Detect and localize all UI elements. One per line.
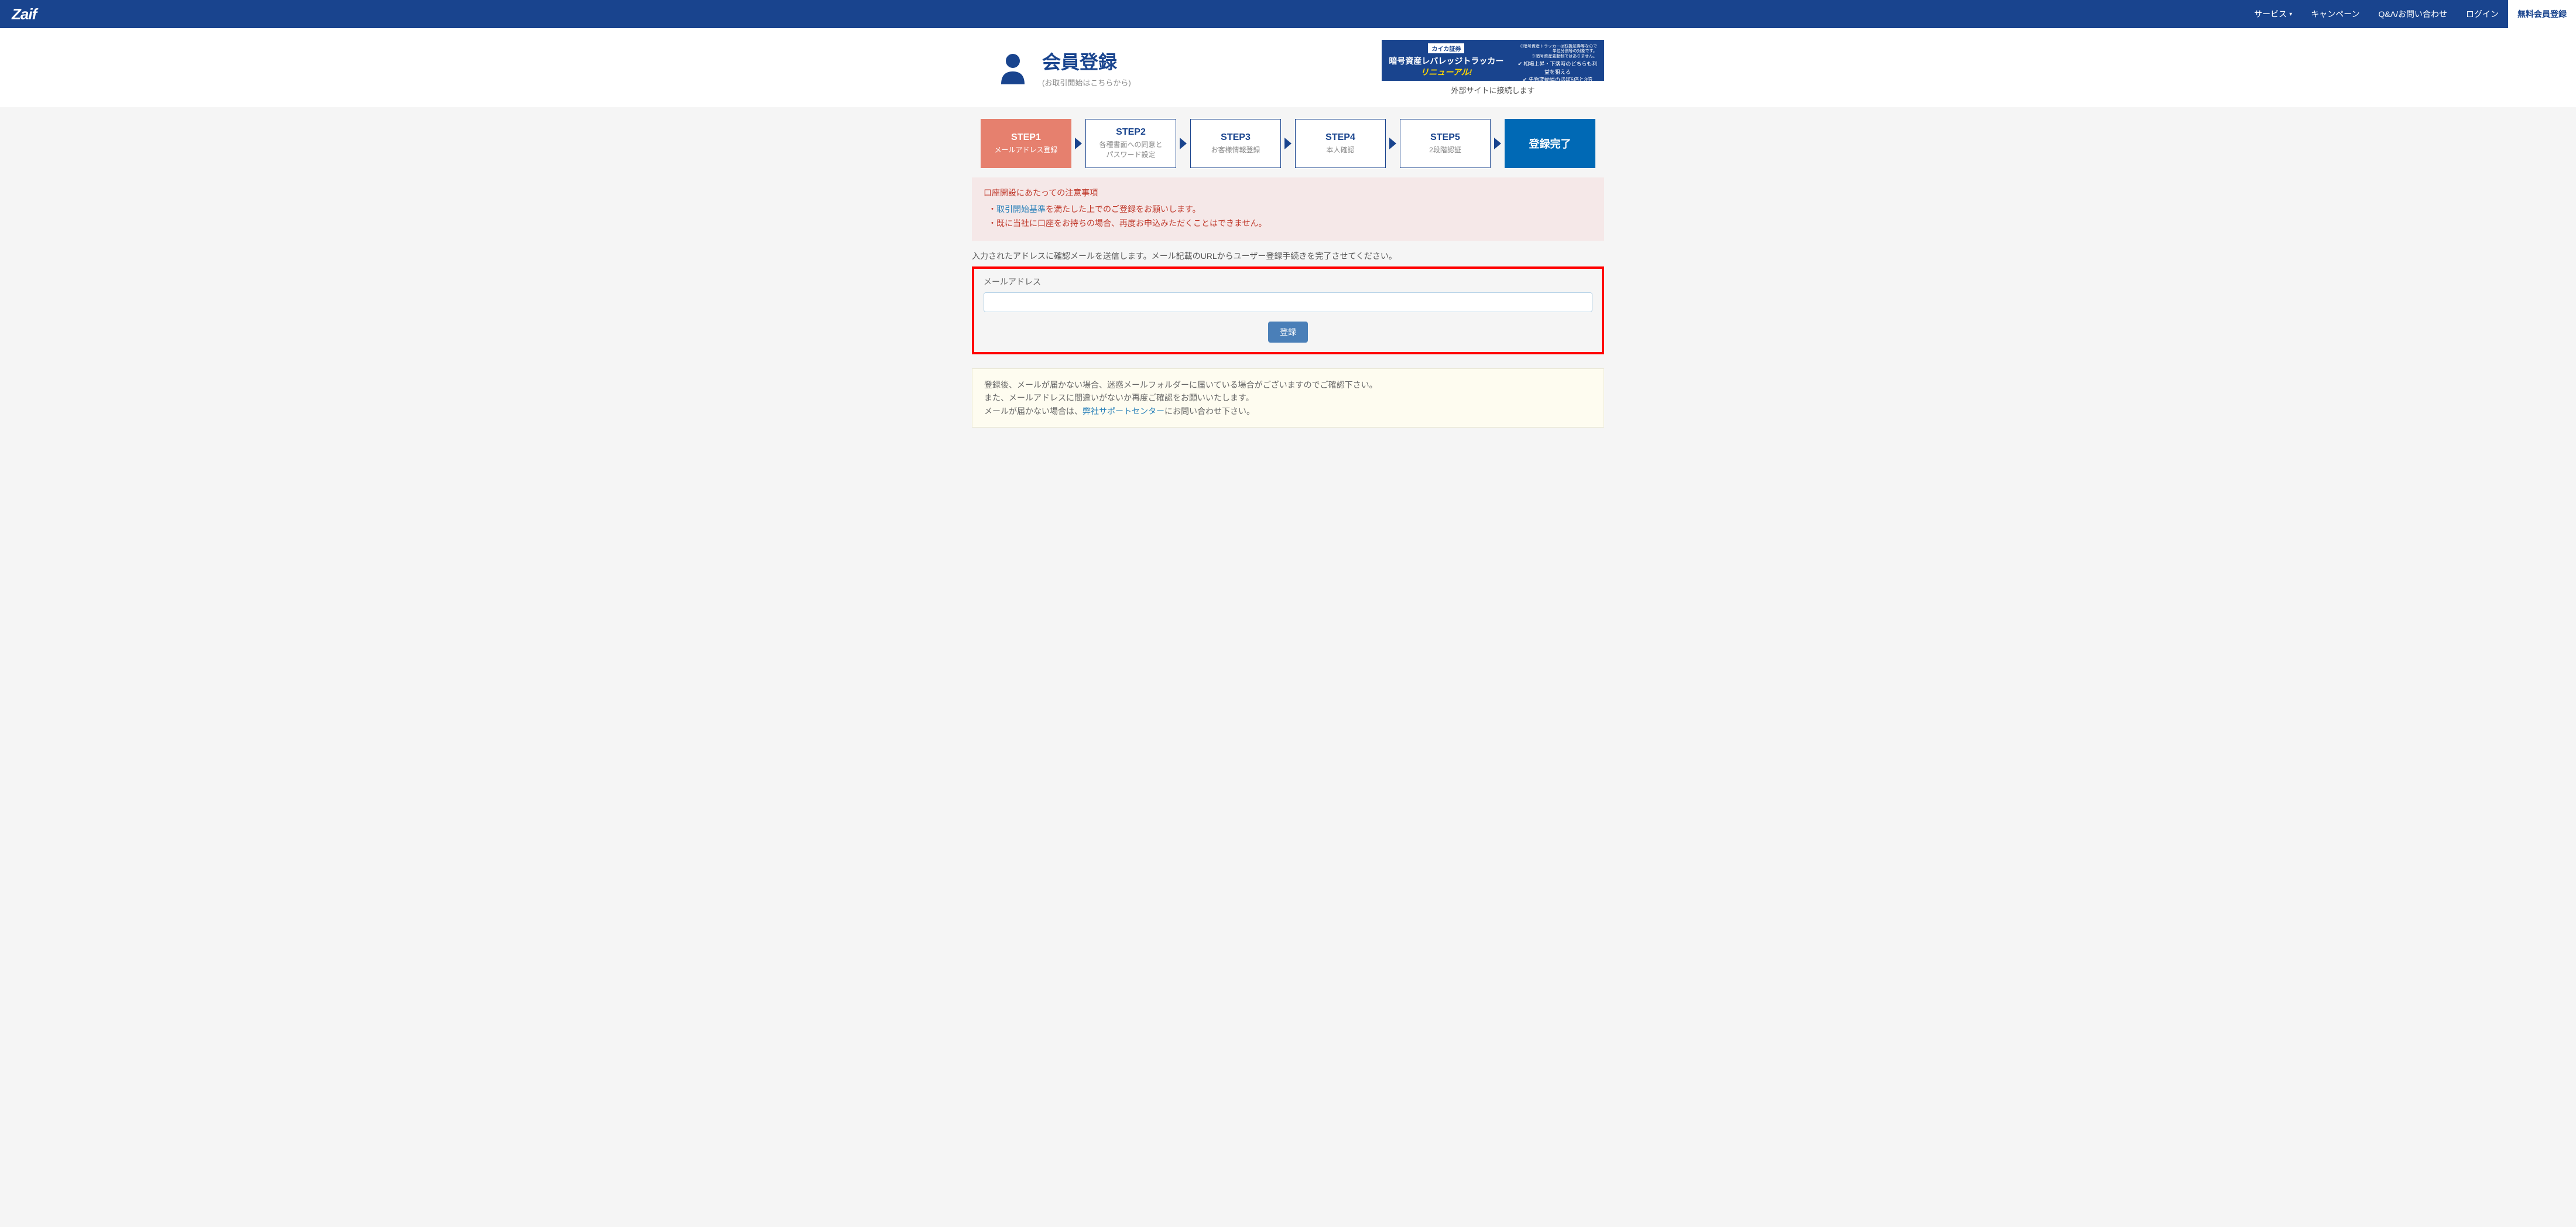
step-2: STEP2 各種書面への同意と パスワード設定 <box>1085 119 1176 168</box>
steps-section: STEP1 メールアドレス登録 STEP2 各種書面への同意と パスワード設定 … <box>0 107 2576 453</box>
step-arrow-icon <box>1180 138 1187 149</box>
nav-qa[interactable]: Q&A/お問い合わせ <box>2369 0 2457 28</box>
header: Zaif サービス ▾ キャンペーン Q&A/お問い合わせ ログイン 無料会員登… <box>0 0 2576 28</box>
title-block: 会員登録 (お取引開始はこちらから) <box>995 47 1131 88</box>
hero-section: 会員登録 (お取引開始はこちらから) カイカ証券 暗号資産レバレッジトラッカー … <box>0 28 2576 107</box>
info-box: 登録後、メールが届かない場合、迷惑メールフォルダーに届いている場合がございますの… <box>972 368 1604 428</box>
nav-register[interactable]: 無料会員登録 <box>2508 0 2576 28</box>
ad-brand: カイカ証券 <box>1428 43 1464 53</box>
step-final: 登録完了 <box>1505 119 1595 168</box>
caret-down-icon: ▾ <box>2289 11 2292 18</box>
support-center-link[interactable]: 弊社サポートセンター <box>1083 406 1164 416</box>
nav-service[interactable]: サービス ▾ <box>2245 0 2301 28</box>
nav-campaign[interactable]: キャンペーン <box>2301 0 2369 28</box>
page-title: 会員登録 <box>1042 47 1131 74</box>
step-arrow-icon <box>1075 138 1082 149</box>
step-arrow-icon <box>1389 138 1396 149</box>
step-arrow-icon <box>1284 138 1292 149</box>
page-subtitle: (お取引開始はこちらから) <box>1042 77 1131 88</box>
submit-button[interactable]: 登録 <box>1268 322 1308 343</box>
notice-title: 口座開設にあたっての注意事項 <box>984 187 1592 199</box>
user-icon <box>995 50 1030 86</box>
email-input[interactable] <box>984 292 1592 312</box>
ad-block[interactable]: カイカ証券 暗号資産レバレッジトラッカー リニューアル! ※暗号資産トラッカーは… <box>1382 40 1604 95</box>
form-highlight: メールアドレス 登録 <box>972 266 1604 354</box>
form-instruction: 入力されたアドレスに確認メールを送信します。メール記載のURLからユーザー登録手… <box>972 250 1604 262</box>
ad-line2: リニューアル! <box>1388 66 1505 78</box>
step-arrow-icon <box>1494 138 1501 149</box>
step-3: STEP3 お客様情報登録 <box>1190 119 1281 168</box>
step-4: STEP4 本人確認 <box>1295 119 1386 168</box>
email-label: メールアドレス <box>984 276 1592 288</box>
logo[interactable]: Zaif <box>12 5 36 23</box>
notice-item-2: ・既に当社に口座をお持ちの場合、再度お申込みただくことはできません。 <box>984 217 1592 229</box>
ad-caption: 外部サイトに接続します <box>1382 84 1604 95</box>
step-1: STEP1 メールアドレス登録 <box>981 119 1071 168</box>
notice-box: 口座開設にあたっての注意事項 ・取引開始基準を満たした上でのご登録をお願いします… <box>972 177 1604 241</box>
notice-link-criteria[interactable]: 取引開始基準 <box>996 204 1046 214</box>
nav-login[interactable]: ログイン <box>2457 0 2508 28</box>
notice-item-1: ・取引開始基準を満たした上でのご登録をお願いします。 <box>984 203 1592 215</box>
step-5: STEP5 2段階認証 <box>1400 119 1491 168</box>
ad-line1: 暗号資産レバレッジトラッカー <box>1388 56 1505 66</box>
nav: サービス ▾ キャンペーン Q&A/お問い合わせ ログイン 無料会員登録 <box>2245 0 2576 28</box>
